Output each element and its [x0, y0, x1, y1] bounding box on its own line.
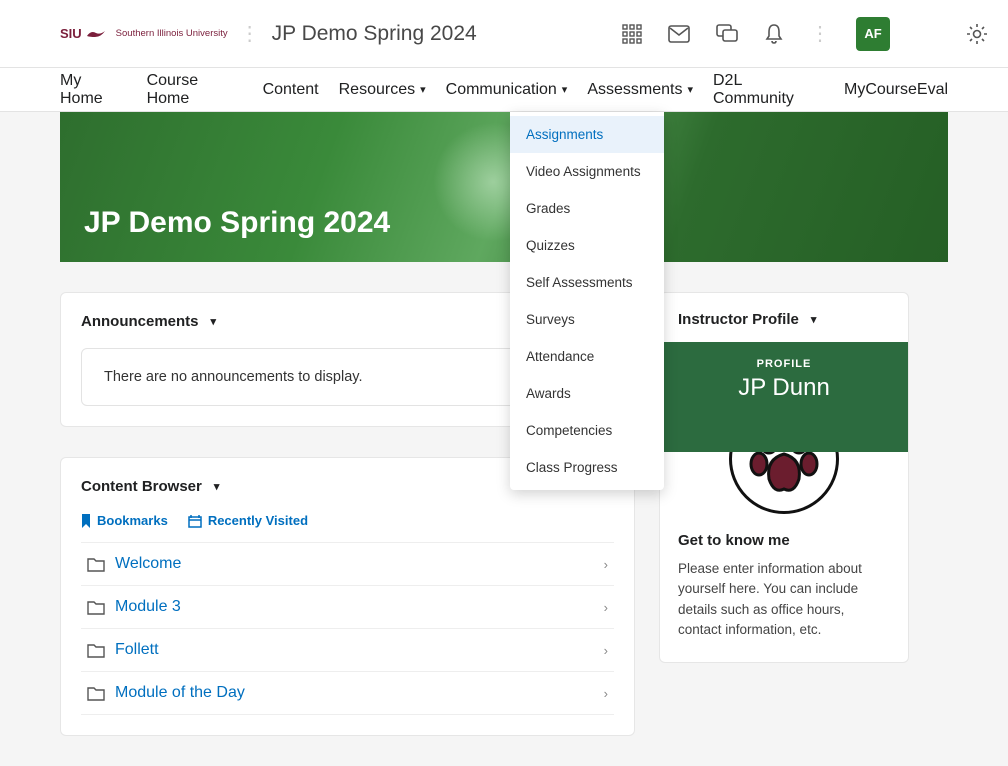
org-short: SIU	[60, 26, 106, 41]
bell-icon[interactable]	[764, 23, 784, 45]
menu-grades[interactable]: Grades	[510, 190, 664, 227]
menu-assignments[interactable]: Assignments	[510, 116, 664, 153]
nav-assessments[interactable]: Assessments▾	[587, 71, 693, 109]
content-item[interactable]: Welcome ›	[81, 542, 614, 586]
menu-quizzes[interactable]: Quizzes	[510, 227, 664, 264]
org-full: Southern Illinois University	[116, 28, 228, 39]
profile-description: Please enter information about yourself …	[678, 559, 890, 640]
chevron-down-icon: ▾	[687, 83, 693, 96]
content-link: Module 3	[115, 598, 181, 616]
divider: ⋮	[810, 21, 830, 46]
gear-icon[interactable]	[966, 23, 988, 45]
chevron-right-icon: ›	[604, 643, 608, 658]
menu-attendance[interactable]: Attendance	[510, 338, 664, 375]
content-browser-widget: Content Browser ▾ Bookmarks Recently Vis…	[60, 457, 635, 736]
course-nav: My Home Course Home Content Resources▾ C…	[0, 68, 1008, 112]
apps-icon[interactable]	[622, 24, 642, 44]
folder-icon	[87, 686, 105, 701]
tab-recently-visited[interactable]: Recently Visited	[188, 513, 308, 528]
menu-surveys[interactable]: Surveys	[510, 301, 664, 338]
content-item[interactable]: Module of the Day ›	[81, 672, 614, 715]
profile-section-title: Get to know me	[678, 532, 890, 549]
divider: ⋮	[240, 21, 260, 46]
nav-d2l-community[interactable]: D2L Community	[713, 62, 824, 118]
recent-icon	[188, 514, 202, 528]
bookmark-icon	[81, 514, 91, 528]
content-item[interactable]: Module 3 ›	[81, 586, 614, 629]
content-link: Follett	[115, 641, 159, 659]
profile-label: PROFILE	[660, 358, 908, 370]
top-header: SIU Southern Illinois University ⋮ JP De…	[0, 0, 1008, 68]
content-item[interactable]: Follett ›	[81, 629, 614, 672]
chevron-down-icon: ▾	[420, 83, 426, 96]
chevron-right-icon: ›	[604, 686, 608, 701]
instructor-profile-header[interactable]: Instructor Profile ▾	[660, 293, 908, 342]
nav-my-home[interactable]: My Home	[60, 62, 127, 118]
nav-communication[interactable]: Communication▾	[446, 71, 568, 109]
instructor-profile-widget: Instructor Profile ▾ PROFILE JP Dunn Get…	[659, 292, 909, 663]
chevron-down-icon: ▾	[211, 315, 217, 328]
nav-content[interactable]: Content	[263, 71, 319, 109]
chevron-right-icon: ›	[604, 557, 608, 572]
content-link: Module of the Day	[115, 684, 245, 702]
menu-class-progress[interactable]: Class Progress	[510, 449, 664, 486]
content-link: Welcome	[115, 555, 181, 573]
nav-resources[interactable]: Resources▾	[339, 71, 426, 109]
course-title-header[interactable]: JP Demo Spring 2024	[272, 22, 477, 46]
mail-icon[interactable]	[668, 25, 690, 43]
menu-video-assignments[interactable]: Video Assignments	[510, 153, 664, 190]
menu-competencies[interactable]: Competencies	[510, 412, 664, 449]
user-avatar[interactable]: AF	[856, 17, 890, 51]
bird-icon	[86, 28, 106, 40]
nav-course-home[interactable]: Course Home	[147, 62, 243, 118]
main-content: Announcements ▾ There are no announcemen…	[0, 262, 1008, 766]
nav-mycourseeval[interactable]: MyCourseEval	[844, 71, 948, 109]
chat-icon[interactable]	[716, 24, 738, 44]
folder-icon	[87, 557, 105, 572]
tab-bookmarks[interactable]: Bookmarks	[81, 513, 168, 528]
menu-awards[interactable]: Awards	[510, 375, 664, 412]
assessments-dropdown: Assignments Video Assignments Grades Qui…	[510, 112, 664, 490]
chevron-down-icon: ▾	[562, 83, 568, 96]
course-banner: JP Demo Spring 2024	[60, 112, 948, 262]
menu-self-assessments[interactable]: Self Assessments	[510, 264, 664, 301]
chevron-down-icon: ▾	[811, 313, 817, 326]
chevron-right-icon: ›	[604, 600, 608, 615]
header-actions: ⋮ AF	[622, 17, 988, 51]
folder-icon	[87, 600, 105, 615]
profile-banner: PROFILE JP Dunn	[660, 342, 908, 452]
org-logo[interactable]: SIU Southern Illinois University	[60, 26, 228, 41]
banner-title: JP Demo Spring 2024	[84, 206, 390, 240]
folder-icon	[87, 643, 105, 658]
chevron-down-icon: ▾	[214, 480, 220, 493]
instructor-name: JP Dunn	[660, 374, 908, 402]
